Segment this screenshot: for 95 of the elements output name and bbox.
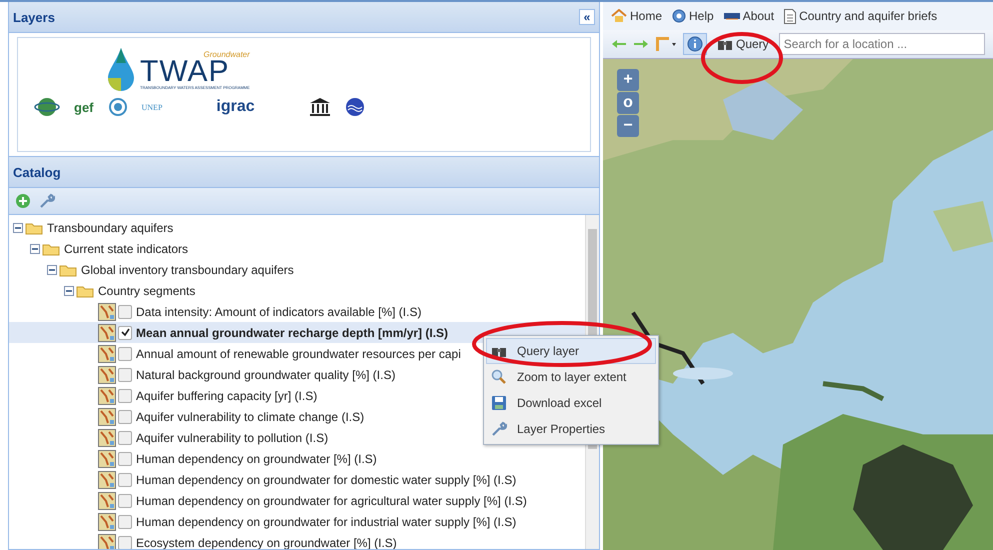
tree-layer-row[interactable]: Ecosystem dependency on groundwater [%] (I.S) xyxy=(9,532,585,549)
document-icon xyxy=(784,8,796,24)
folder-icon xyxy=(59,262,77,276)
wrench-icon xyxy=(491,421,507,437)
menu-item[interactable]: Download excel xyxy=(486,390,656,416)
folder-label: Global inventory transboundary aquifers xyxy=(81,262,294,276)
tree-layer-row[interactable]: Human dependency on groundwater for industrial water supply [%] (I.S) xyxy=(9,511,585,532)
map-layer-icon xyxy=(98,512,116,530)
tree-layer-row[interactable]: Mean annual groundwater recharge depth [mm/yr] (I.S) xyxy=(9,322,585,343)
partner-logo-text: igrac xyxy=(216,98,255,116)
tree-layer-row[interactable]: Human dependency on groundwater [%] (I.S) xyxy=(9,448,585,469)
layer-label: Human dependency on groundwater for agricultural water supply [%] (I.S) xyxy=(136,494,527,508)
menu-item[interactable]: Zoom to layer extent xyxy=(486,364,656,390)
layer-checkbox[interactable] xyxy=(118,452,132,466)
folder-label: Current state indicators xyxy=(64,242,188,256)
wreath-icon xyxy=(108,97,128,117)
map-layer-icon xyxy=(98,534,116,549)
tree-layer-row[interactable]: Human dependency on groundwater for agricultural water supply [%] (I.S) xyxy=(9,490,585,511)
tree-folder-row[interactable]: Transboundary aquifers xyxy=(9,217,585,238)
water-drop-icon xyxy=(106,48,136,92)
panel-title: Catalog xyxy=(13,164,61,180)
zoom-control[interactable]: + xyxy=(617,69,639,91)
layer-checkbox[interactable] xyxy=(118,494,132,508)
map-layer-icon xyxy=(98,492,116,510)
layer-checkbox[interactable] xyxy=(118,430,132,444)
collapse-icon[interactable] xyxy=(64,286,74,296)
collapse-icon[interactable] xyxy=(30,244,40,254)
ruler-icon[interactable] xyxy=(655,36,677,52)
layer-label: Natural background groundwater quality [%] (I.S) xyxy=(136,368,396,382)
layer-checkbox[interactable] xyxy=(118,346,132,360)
map-layer-icon xyxy=(98,408,116,426)
map-layer-icon xyxy=(98,302,116,320)
layer-label: Human dependency on groundwater for domestic water supply [%] (I.S) xyxy=(136,472,516,486)
globe-icon xyxy=(34,96,60,118)
folder-label: Country segments xyxy=(98,284,196,298)
map-layer-icon xyxy=(98,450,116,468)
folder-icon xyxy=(42,242,60,256)
nav-link[interactable]: Help xyxy=(672,9,714,23)
folder-icon xyxy=(76,284,94,298)
nav-link[interactable]: Country and aquifer briefs xyxy=(784,8,938,24)
collapse-button[interactable]: « xyxy=(579,9,595,25)
layer-checkbox[interactable] xyxy=(118,388,132,402)
partner-logo-text: UNEP xyxy=(142,102,162,112)
small-logo-icon xyxy=(724,12,740,20)
zoom-control[interactable]: − xyxy=(617,115,639,137)
layer-checkbox[interactable] xyxy=(118,536,132,549)
logo-tagline: Groundwater xyxy=(204,50,250,59)
layer-label: Data intensity: Amount of indicators available [%] (I.S) xyxy=(136,304,422,318)
layer-checkbox[interactable] xyxy=(118,514,132,528)
wrench-icon[interactable] xyxy=(39,193,55,209)
layer-checkbox[interactable] xyxy=(118,326,132,340)
layer-label: Aquifer buffering capacity [yr] (I.S) xyxy=(136,388,318,402)
layer-label: Ecosystem dependency on groundwater [%] (I.S) xyxy=(136,536,397,549)
collapse-icon[interactable] xyxy=(47,264,57,274)
tree-layer-row[interactable]: Human dependency on groundwater for domestic water supply [%] (I.S) xyxy=(9,469,585,490)
wave-emblem-icon xyxy=(344,97,365,117)
help-icon xyxy=(672,9,686,23)
layer-checkbox[interactable] xyxy=(118,304,132,318)
menu-item[interactable]: Layer Properties xyxy=(486,416,656,442)
layer-label: Annual amount of renewable groundwater resources per capi xyxy=(136,346,461,360)
panel-title: Layers xyxy=(13,10,55,24)
map-layer-icon xyxy=(98,324,116,342)
layer-label: Aquifer vulnerability to pollution (I.S) xyxy=(136,430,328,444)
map-layer-icon xyxy=(98,386,116,404)
layer-label: Human dependency on groundwater [%] (I.S) xyxy=(136,452,377,466)
nav-link[interactable]: Home xyxy=(611,9,662,23)
map-layer-icon xyxy=(98,470,116,488)
layer-label: Human dependency on groundwater for industrial water supply [%] (I.S) xyxy=(136,514,516,528)
map-layer-icon xyxy=(98,366,116,384)
layer-checkbox[interactable] xyxy=(118,368,132,382)
magnifier-icon xyxy=(491,369,507,385)
tree-layer-row[interactable]: Data intensity: Amount of indicators available [%] (I.S) xyxy=(9,301,585,322)
tree-folder-row[interactable]: Country segments xyxy=(9,280,585,301)
house-icon xyxy=(611,9,627,23)
temple-icon xyxy=(308,97,331,117)
tree-folder-row[interactable]: Global inventory transboundary aquifers xyxy=(9,259,585,280)
layer-checkbox[interactable] xyxy=(118,472,132,486)
map-layer-icon xyxy=(98,344,116,362)
tree-folder-row[interactable]: Current state indicators xyxy=(9,238,585,259)
zoom-control[interactable]: o xyxy=(617,92,639,114)
forward-arrow-icon[interactable] xyxy=(633,39,649,49)
layer-checkbox[interactable] xyxy=(118,410,132,424)
nav-link[interactable]: About xyxy=(724,9,774,23)
layer-label: Aquifer vulnerability to climate change (I.S) xyxy=(136,410,364,424)
back-arrow-icon[interactable] xyxy=(611,39,627,49)
folder-label: Transboundary aquifers xyxy=(47,220,174,234)
logo-title: TWAP xyxy=(140,59,230,85)
info-button[interactable] xyxy=(683,33,707,55)
add-icon[interactable] xyxy=(15,193,31,209)
collapse-icon[interactable] xyxy=(13,222,23,232)
search-field[interactable]: Search for a location ... xyxy=(778,33,985,55)
folder-icon xyxy=(25,220,43,234)
layer-label: Mean annual groundwater recharge depth [mm/yr] (I.S) xyxy=(136,326,448,340)
map-layer-icon xyxy=(98,428,116,446)
partner-logo-text: gef xyxy=(74,100,94,114)
